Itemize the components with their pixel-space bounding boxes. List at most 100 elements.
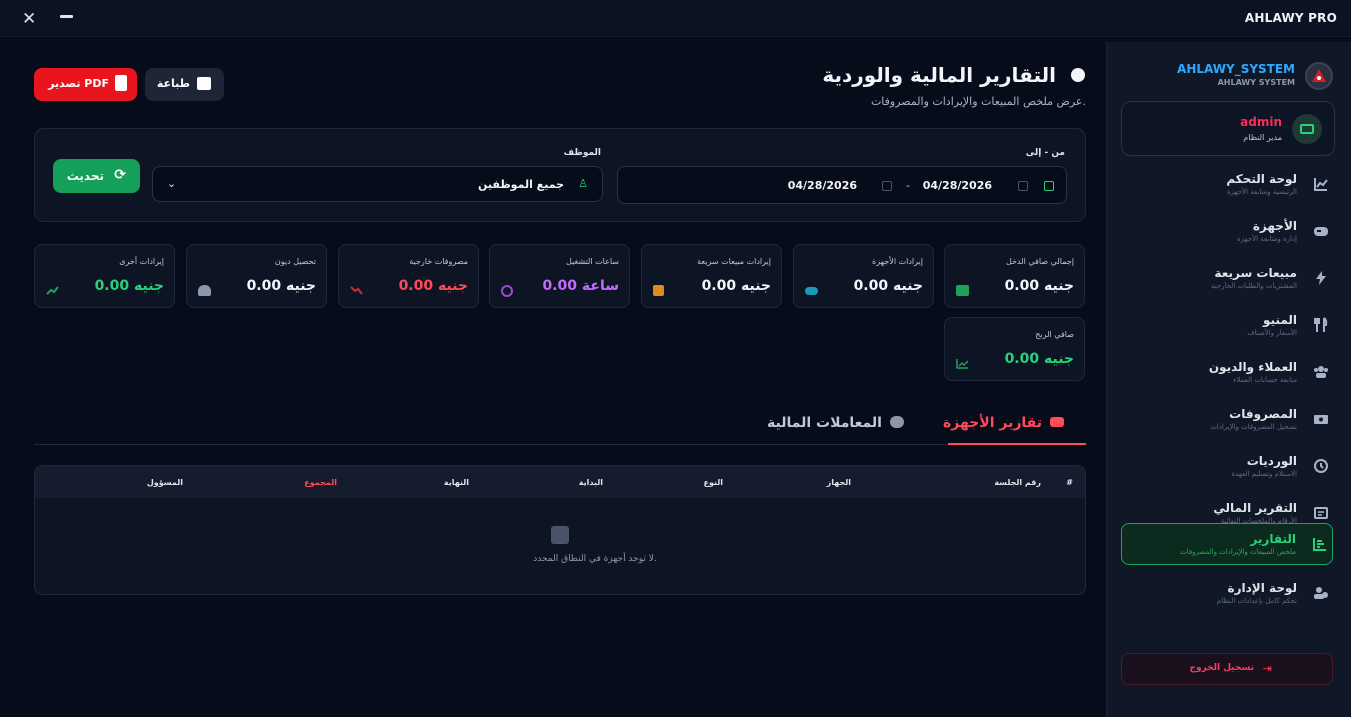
stat-value: 0.00 جنيه: [1004, 351, 1074, 367]
stat-value: 0.00 ساعة: [542, 278, 620, 294]
stat-card-net-profit: صافي الربح 0.00 جنيه: [944, 317, 1085, 381]
chart-area-icon: [1314, 178, 1328, 191]
printer-icon: [197, 77, 211, 90]
tab-financial-transactions[interactable]: المعاملات المالية: [767, 403, 926, 445]
export-pdf-button[interactable]: تصدير PDF: [34, 68, 137, 101]
gamepad-icon: [805, 287, 818, 295]
nav-sublabel: الرئيسية ومتابعة الأجهزة: [1226, 188, 1297, 196]
nav-sublabel: إدارة ومتابعة الأجهزة: [1237, 235, 1297, 243]
page-subtitle: عرض ملخص المبيعات والإيرادات والمصروفات.: [870, 95, 1086, 108]
tab-label: تقارير الأجهزة: [942, 415, 1042, 431]
logout-button[interactable]: تسجيل الخروج ⇥: [1121, 653, 1333, 685]
users-icon: [1314, 366, 1328, 378]
app-logo-icon: [1305, 62, 1333, 90]
sidebar-brand-title: AHLAWY_SYSTEM: [1177, 62, 1295, 76]
nav-customers-debts[interactable]: العملاء والديون متابعة حسابات العملاء: [1121, 352, 1333, 394]
nav-sublabel: متابعة حسابات العملاء: [1233, 376, 1297, 384]
nav-label: لوحة الإدارة: [1227, 581, 1297, 595]
nav-sublabel: ملخص المبيعات والإيرادات والمصروفات: [1180, 548, 1296, 556]
nav-dashboard[interactable]: لوحة التحكم الرئيسية ومتابعة الأجهزة: [1121, 164, 1333, 206]
date-range-label: من - إلى: [1025, 148, 1065, 158]
logout-label: تسجيل الخروج: [1189, 663, 1255, 673]
gamepad-icon: [1314, 227, 1328, 236]
stat-label: إيرادات الأجهزة: [872, 257, 923, 266]
nav-devices[interactable]: الأجهزة إدارة ومتابعة الأجهزة: [1121, 211, 1333, 253]
gamepad-icon: [1050, 417, 1064, 427]
chevron-down-icon: ⌄: [167, 177, 177, 190]
table-header: # رقم الجلسة الجهاز النوع البداية النهاي…: [35, 466, 1085, 498]
nav-menu[interactable]: المنيو الأسعار والأصناف: [1121, 305, 1333, 347]
stat-card-device-revenue: إيرادات الأجهزة 0.00 جنيه: [793, 244, 934, 308]
stat-value: 0.00 جنيه: [1004, 278, 1074, 294]
nav-label: المنيو: [1263, 313, 1297, 327]
nav-shifts[interactable]: الورديات الاستلام وتسليم العهدة: [1121, 446, 1333, 488]
stat-card-external-expenses: مصروفات خارجية 0.00 جنيه: [338, 244, 479, 308]
calendar-picker-icon[interactable]: [1018, 181, 1028, 191]
receipt-icon: [1314, 507, 1328, 519]
stat-label: تحصيل ديون: [274, 257, 316, 266]
nav-admin-panel[interactable]: لوحة الإدارة تحكم كامل بإعدادات النظام: [1121, 573, 1333, 615]
file-pdf-icon: [115, 75, 127, 91]
tab-device-reports[interactable]: تقارير الأجهزة: [943, 403, 1086, 445]
column-header: المجموع: [304, 478, 337, 487]
chart-gantt-icon: [1313, 538, 1326, 551]
sidebar: AHLAWY_SYSTEM AHLAWY SYSTEM admin مدير ا…: [1106, 42, 1351, 717]
nav-label: العملاء والديون: [1208, 360, 1297, 374]
nav-label: لوحة التحكم: [1226, 172, 1297, 186]
refresh-icon: ⟳: [114, 167, 126, 183]
nav-label: الورديات: [1246, 454, 1297, 468]
nav-quick-sales[interactable]: مبيعات سريعة المشتريات والطلبات الخارجية: [1121, 258, 1333, 300]
chart-line-icon: [956, 359, 969, 369]
sign-out-icon: ⇥: [1262, 662, 1272, 675]
employee-select-value: جميع الموظفين: [478, 178, 564, 191]
column-header: المسؤول: [146, 478, 183, 487]
refresh-button[interactable]: ⟳ تحديث: [53, 159, 140, 193]
nav-sublabel: الاستلام وتسليم العهدة: [1231, 470, 1297, 478]
employee-select[interactable]: ♙ جميع الموظفين ⌄: [152, 166, 603, 202]
nav-reports[interactable]: التقارير ملخص المبيعات والإيرادات والمصر…: [1121, 523, 1333, 565]
stat-label: مصروفات خارجية: [409, 257, 468, 266]
stat-label: ساعات التشغيل: [566, 257, 619, 266]
close-window-button[interactable]: ✕: [22, 9, 36, 29]
sidebar-brand-subtitle: AHLAWY SYSTEM: [1217, 78, 1295, 87]
minimize-window-button[interactable]: [60, 15, 73, 18]
calendar-x-icon: [551, 526, 569, 544]
history-icon: [1314, 459, 1328, 473]
column-header: الجهاز: [826, 478, 851, 487]
nav-label: التقارير: [1250, 532, 1296, 546]
stat-label: إجمالي صافي الدخل: [1005, 257, 1074, 266]
stat-label: صافي الربح: [1035, 330, 1074, 339]
print-button[interactable]: طباعة: [145, 68, 224, 101]
date-from-input[interactable]: 04/28/2026: [923, 179, 992, 192]
calendar-icon: [1044, 181, 1054, 191]
money-bill-icon: [1314, 415, 1328, 424]
stat-value: 0.00 جنيه: [853, 278, 923, 294]
window-brand: AHLAWY PRO: [1244, 11, 1337, 25]
clock-icon: [501, 285, 513, 297]
hand-money-icon: [198, 285, 211, 296]
title-bullet-icon: [1071, 68, 1085, 82]
stat-value: 0.00 جنيه: [94, 278, 164, 294]
coins-icon: [890, 416, 904, 428]
nav-expenses[interactable]: المصروفات تسجيل المصروفات والإيرادات: [1121, 399, 1333, 441]
date-to-input[interactable]: 04/28/2026: [788, 179, 857, 192]
nav-label: مبيعات سريعة: [1214, 266, 1297, 280]
employee-label: الموظف: [563, 148, 601, 158]
stat-card-other-revenue: إيرادات أخرى 0.00 جنيه: [34, 244, 175, 308]
column-header: النهاية: [443, 478, 469, 487]
trend-down-icon: [350, 286, 363, 295]
stat-card-debt-collection: تحصيل ديون 0.00 جنيه: [186, 244, 327, 308]
stat-label: إيرادات أخرى: [119, 257, 164, 266]
export-pdf-label: تصدير PDF: [48, 77, 109, 90]
nav-label: المصروفات: [1229, 407, 1297, 421]
calendar-picker-icon[interactable]: [882, 181, 892, 191]
column-header: النوع: [703, 478, 724, 487]
column-header: #: [1066, 478, 1073, 487]
user-role: مدير النظام: [1243, 133, 1282, 142]
stat-value: 0.00 جنيه: [246, 278, 316, 294]
stat-card-operating-hours: ساعات التشغيل 0.00 ساعة: [489, 244, 630, 308]
stat-value: 0.00 جنيه: [398, 278, 468, 294]
users-cog-icon: [1314, 587, 1328, 599]
user-name: admin: [1240, 115, 1282, 129]
print-label: طباعة: [156, 77, 190, 90]
